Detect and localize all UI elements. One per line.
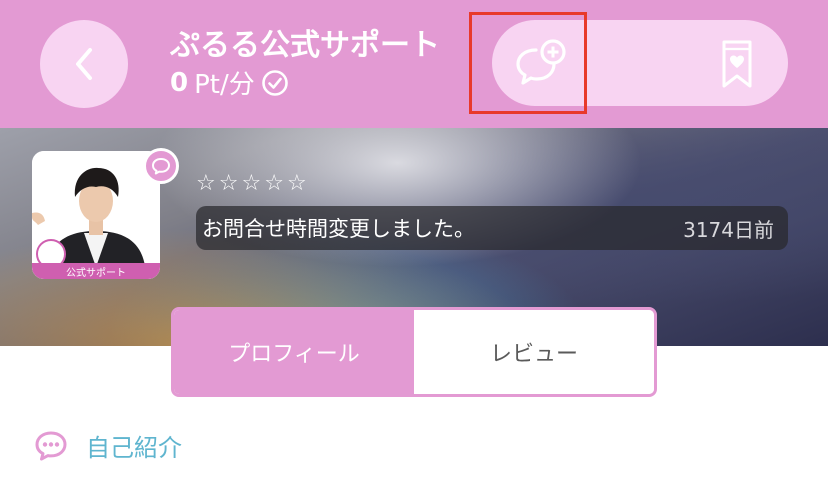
chat-status-icon: [143, 148, 179, 184]
check-circle-icon: [261, 69, 288, 96]
star-icon: ☆: [196, 171, 216, 196]
rate-display: 0 Pt/分: [170, 64, 289, 101]
page-title: ぷるる公式サポート: [170, 28, 440, 63]
status-message-time: 3174日前: [683, 217, 774, 242]
bookmark-heart-icon: [722, 40, 752, 88]
avatar[interactable]: 公式サポート: [32, 151, 160, 279]
rating-stars: ☆ ☆ ☆ ☆ ☆: [196, 171, 307, 197]
rate-value: 0: [170, 67, 189, 98]
bookmark-button[interactable]: [720, 38, 754, 90]
tab-profile[interactable]: プロフィール: [174, 310, 414, 394]
star-icon: ☆: [241, 171, 262, 196]
rate-unit: Pt/分: [194, 70, 255, 100]
status-message-text: お問合せ時間変更しました。: [202, 217, 475, 241]
chevron-left-icon: [76, 48, 92, 80]
star-icon: ☆: [286, 171, 307, 196]
star-icon: ☆: [264, 171, 284, 196]
status-message: お問合せ時間変更しました。 3174日前: [196, 206, 788, 250]
profile-tabs: プロフィール レビュー: [171, 307, 657, 397]
section-title: 自己紹介: [86, 434, 182, 462]
avatar-badge: 公式サポート: [32, 263, 160, 279]
app-header: ぷるる公式サポート 0 Pt/分: [0, 0, 828, 128]
speech-bubble-icon: [35, 431, 67, 460]
back-button[interactable]: [40, 20, 128, 108]
star-icon: ☆: [218, 171, 239, 196]
section-heading-introduction: 自己紹介: [34, 428, 182, 463]
annotation-highlight-box: [469, 12, 587, 114]
tab-reviews[interactable]: レビュー: [414, 310, 654, 394]
